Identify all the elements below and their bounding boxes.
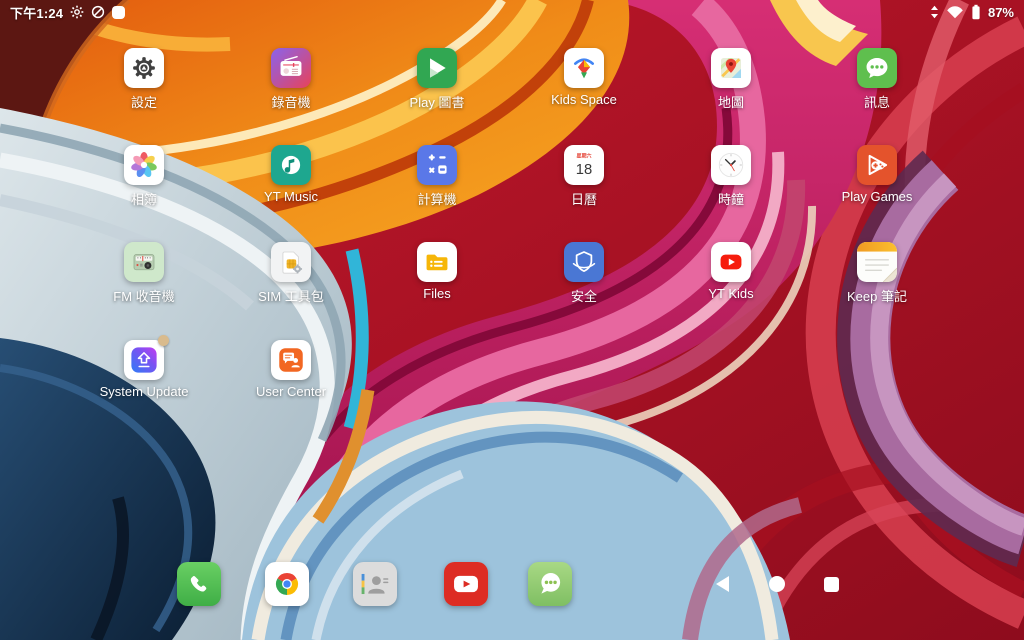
- status-time: 下午1:24: [10, 3, 63, 22]
- dock-chrome[interactable]: [265, 562, 309, 606]
- home-screen: 下午1:24 87% 設定錄音機Play 圖書Kids Space地圖訊息相簿Y…: [0, 0, 1024, 640]
- dock-contacts[interactable]: [353, 562, 397, 606]
- status-bar-left: 下午1:24: [10, 3, 125, 22]
- nav-back-button[interactable]: [716, 576, 729, 592]
- dock-messages[interactable]: [528, 562, 572, 606]
- status-bar-right: 87%: [930, 4, 1014, 20]
- battery-percent: 87%: [988, 5, 1014, 20]
- dock-youtube[interactable]: [444, 562, 488, 606]
- dock: [0, 0, 1024, 640]
- nav-recents-button[interactable]: [824, 577, 839, 592]
- gear-icon: [70, 5, 84, 19]
- dock-phone[interactable]: [177, 562, 221, 606]
- data-transfer-icon: [930, 5, 939, 19]
- status-bar: 下午1:24 87%: [0, 0, 1024, 24]
- battery-icon: [971, 4, 981, 20]
- notification-square-icon: [112, 6, 125, 19]
- blocked-icon: [91, 5, 105, 19]
- wifi-icon: [946, 5, 964, 19]
- nav-home-button[interactable]: [769, 576, 785, 592]
